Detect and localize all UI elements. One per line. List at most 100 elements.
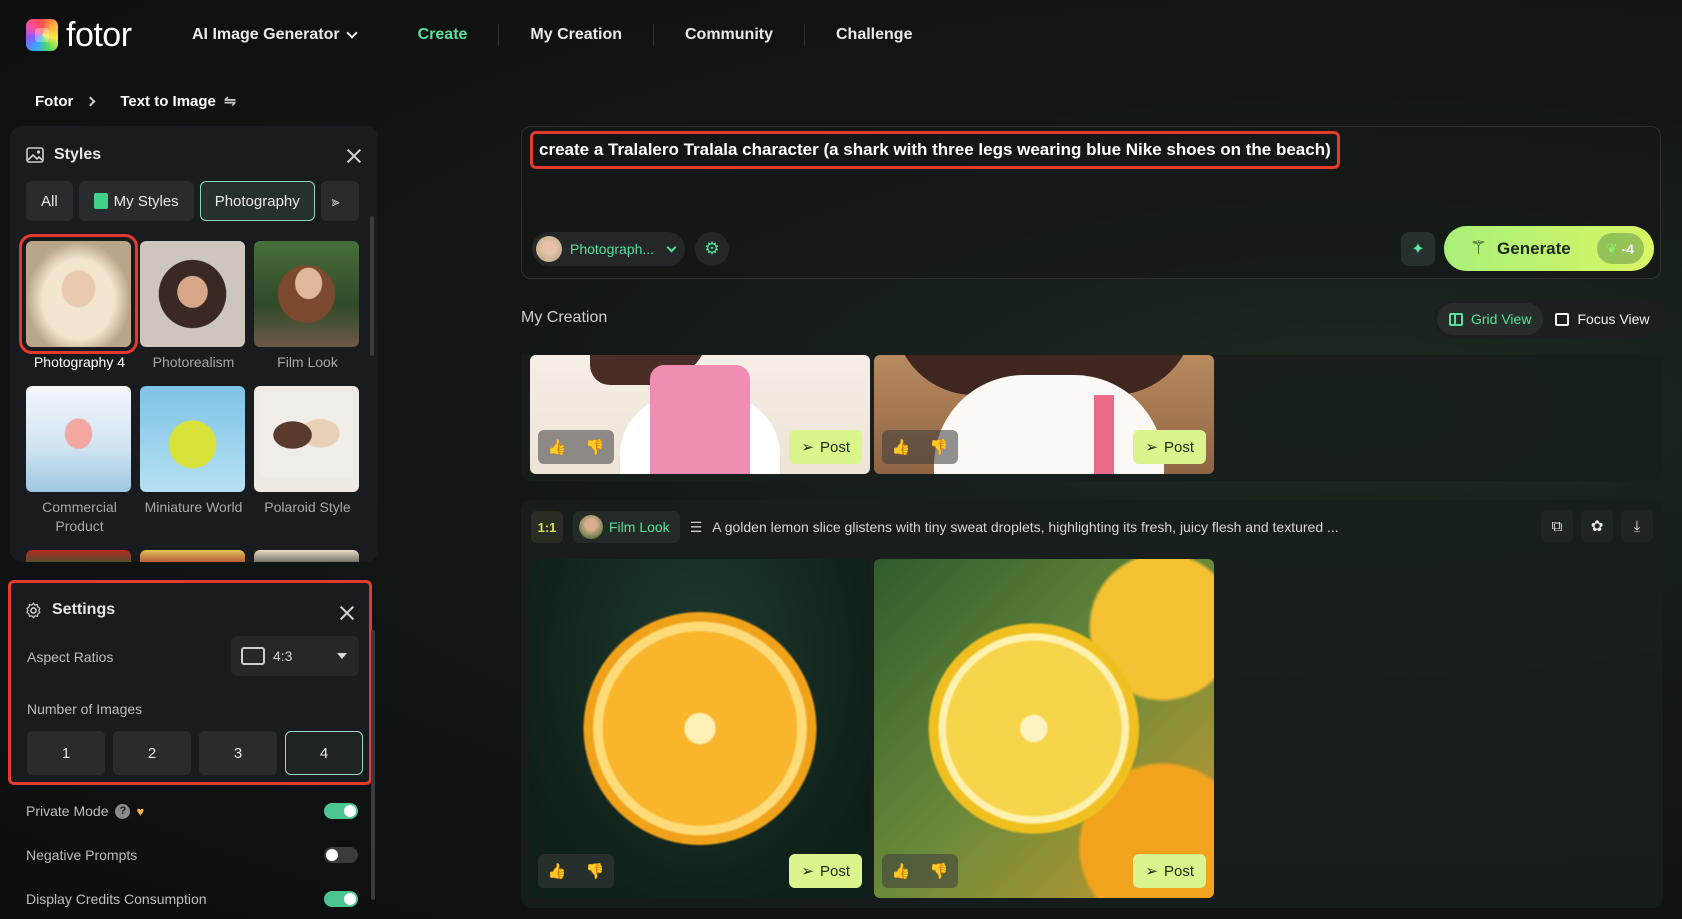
post-button[interactable]: ➢ Post — [1133, 854, 1206, 888]
send-icon: ➢ — [801, 439, 814, 456]
prompt-settings-button[interactable]: ⚙ — [695, 232, 729, 266]
generated-image[interactable]: 👍 👎 ➢ Post — [874, 355, 1214, 474]
style-card-miniature-world[interactable]: Miniature World — [140, 386, 247, 536]
breadcrumb-current[interactable]: Text to Image — [120, 93, 216, 110]
generated-image[interactable]: 👍 👎 ➢ Post — [530, 355, 870, 474]
image-detail — [1094, 395, 1114, 474]
creation-card: 1:1 Film Look ☰ A golden lemon slice gli… — [521, 500, 1663, 908]
grid-view-label: Grid View — [1471, 311, 1532, 327]
styles-scrollbar[interactable] — [370, 216, 374, 356]
settings-header: Settings — [25, 601, 115, 619]
thumbs-down-icon[interactable]: 👎 — [586, 862, 605, 880]
generated-image[interactable]: 👍 👎 ➢ Post — [874, 559, 1214, 898]
thumbs-down-icon[interactable]: 👎 — [930, 438, 949, 456]
card-prompt-text[interactable]: A golden lemon slice glistens with tiny … — [712, 519, 1338, 535]
style-name: Film Look — [277, 354, 338, 370]
style-card-partial[interactable] — [140, 550, 247, 562]
style-card-film-look[interactable]: Film Look — [254, 241, 361, 372]
help-icon[interactable]: ? — [115, 803, 131, 819]
style-card-photorealism[interactable]: Photorealism — [140, 241, 247, 372]
chevron-down-icon — [345, 27, 358, 39]
style-thumbnail — [26, 386, 131, 492]
chip-my-styles[interactable]: My Styles — [78, 181, 194, 221]
style-name: Photorealism — [152, 354, 235, 370]
thumbs-down-icon[interactable]: 👎 — [586, 438, 605, 456]
private-mode-label: Private Mode — [26, 803, 109, 819]
number-of-images-label: Number of Images — [27, 701, 143, 717]
style-card-commercial-product[interactable]: Commercial Product — [26, 386, 133, 536]
style-name: Polaroid Style — [264, 499, 351, 515]
feedback-buttons: 👍 👎 — [882, 854, 958, 888]
nav-my-creation[interactable]: My Creation — [498, 24, 653, 46]
left-panel-scrollbar[interactable] — [371, 630, 375, 900]
post-label: Post — [819, 438, 850, 456]
style-card-photography-4[interactable]: Photography 4 — [19, 234, 138, 372]
chip-photography[interactable]: Photography — [199, 181, 315, 221]
style-thumbnail — [254, 386, 359, 492]
style-grid: Photography 4 Photorealism Film Look Com… — [19, 234, 361, 562]
brand-name: fotor — [66, 16, 132, 54]
grid-view-button[interactable]: Grid View — [1437, 303, 1544, 335]
chip-more[interactable]: ⫸ — [320, 181, 359, 221]
send-icon: ➢ — [1145, 439, 1158, 456]
private-mode-toggle[interactable] — [324, 803, 358, 819]
style-selector-pill[interactable]: Photograph... — [532, 232, 686, 266]
gear-icon: ⚙ — [704, 239, 720, 258]
sparkle-icon: ✦ — [1411, 241, 1425, 258]
view-toggle: Grid View Focus View — [1434, 300, 1665, 338]
nav-community[interactable]: Community — [653, 24, 804, 46]
focus-view-icon — [1555, 312, 1570, 326]
aspect-ratio-label: Aspect Ratios — [27, 649, 114, 665]
scroll-right-icon: ⫸ — [331, 192, 340, 209]
images-count-2[interactable]: 2 — [113, 731, 191, 775]
nav-label: AI Image Generator — [192, 26, 340, 43]
my-creation-title: My Creation — [521, 309, 608, 326]
negative-prompts-toggle[interactable] — [324, 847, 358, 863]
post-button[interactable]: ➢ Post — [789, 430, 862, 464]
generated-image[interactable]: 👍 👎 ➢ Post — [530, 559, 870, 898]
credit-cost-badge: ❦ -4 — [1596, 233, 1644, 264]
style-tag[interactable]: Film Look — [573, 511, 680, 543]
style-thumbnail — [140, 550, 245, 562]
aspect-ratio-select[interactable]: 4:3 — [231, 636, 359, 676]
fotor-logo-icon — [26, 19, 58, 51]
copy-button[interactable]: ⧉ — [1541, 510, 1573, 542]
regenerate-button[interactable]: ✿ — [1581, 510, 1613, 542]
creation-card: 👍 👎 ➢ Post 👍 👎 ➢ Post — [521, 355, 1663, 481]
prompt-input[interactable]: create a Tralalero Tralala character (a … — [530, 131, 1340, 169]
style-card-polaroid-style[interactable]: Polaroid Style — [254, 386, 361, 536]
nav-ai-image-generator[interactable]: AI Image Generator — [192, 24, 387, 46]
grid-view-icon — [1449, 312, 1463, 326]
fotor-logo[interactable]: fotor — [26, 18, 132, 52]
download-button[interactable]: ⤓ — [1621, 510, 1653, 542]
aspect-ratio-icon — [241, 647, 265, 665]
focus-view-button[interactable]: Focus View — [1543, 303, 1661, 335]
thumbs-up-icon[interactable]: 👍 — [548, 438, 567, 456]
thumbs-up-icon[interactable]: 👍 — [548, 862, 567, 880]
negative-prompts-label: Negative Prompts — [26, 847, 138, 863]
swap-icon[interactable]: ⇋ — [224, 92, 237, 110]
images-count-1[interactable]: 1 — [27, 731, 105, 775]
enhance-prompt-button[interactable]: ✦ — [1401, 232, 1435, 266]
ratio-tag: 1:1 — [531, 511, 563, 543]
close-styles-icon[interactable] — [346, 148, 362, 164]
nav-challenge[interactable]: Challenge — [804, 24, 943, 46]
chip-all[interactable]: All — [26, 181, 73, 221]
images-count-3[interactable]: 3 — [199, 731, 277, 775]
images-count-4[interactable]: 4 — [285, 731, 363, 775]
nav-create[interactable]: Create — [387, 24, 499, 46]
style-card-partial[interactable] — [254, 550, 361, 562]
close-settings-icon[interactable] — [339, 605, 355, 621]
regenerate-icon: ✿ — [1590, 518, 1604, 535]
negative-prompts-row: Negative Prompts — [26, 847, 358, 863]
post-button[interactable]: ➢ Post — [789, 854, 862, 888]
post-button[interactable]: ➢ Post — [1133, 430, 1206, 464]
thumbs-up-icon[interactable]: 👍 — [892, 862, 911, 880]
generate-button[interactable]: ⚚ Generate ❦ -4 — [1444, 226, 1654, 271]
style-card-partial[interactable] — [26, 550, 133, 562]
breadcrumb-root[interactable]: Fotor — [35, 93, 73, 110]
credits-consumption-toggle[interactable] — [324, 891, 358, 907]
prompt-box[interactable]: create a Tralalero Tralala character (a … — [521, 126, 1661, 279]
thumbs-up-icon[interactable]: 👍 — [892, 438, 911, 456]
thumbs-down-icon[interactable]: 👎 — [930, 862, 949, 880]
